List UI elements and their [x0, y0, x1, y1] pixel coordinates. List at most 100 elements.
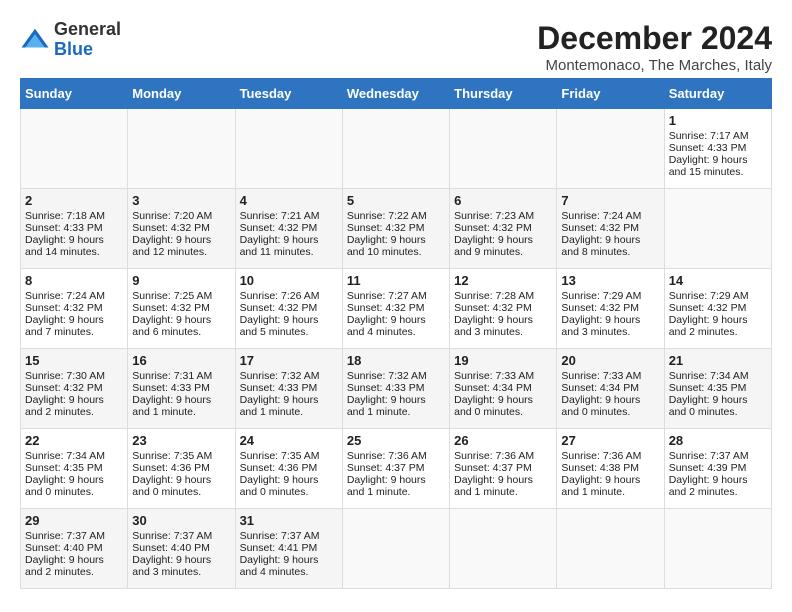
sunset-text: Sunset: 4:40 PM [25, 542, 103, 554]
sunset-text: Sunset: 4:32 PM [25, 302, 103, 314]
calendar-cell: 17Sunrise: 7:32 AMSunset: 4:33 PMDayligh… [235, 349, 342, 429]
sunrise-text: Sunrise: 7:35 AM [132, 450, 212, 462]
sunrise-text: Sunrise: 7:25 AM [132, 290, 212, 302]
sunset-text: Sunset: 4:41 PM [240, 542, 318, 554]
calendar-table: SundayMondayTuesdayWednesdayThursdayFrid… [20, 78, 772, 589]
sunrise-text: Sunrise: 7:35 AM [240, 450, 320, 462]
sunrise-text: Sunrise: 7:30 AM [25, 370, 105, 382]
sunrise-text: Sunrise: 7:18 AM [25, 210, 105, 222]
sunset-text: Sunset: 4:38 PM [561, 462, 639, 474]
daylight-text: Daylight: 9 hours and 0 minutes. [132, 474, 211, 498]
day-number: 19 [454, 353, 552, 368]
sunset-text: Sunset: 4:32 PM [25, 382, 103, 394]
calendar-cell: 29Sunrise: 7:37 AMSunset: 4:40 PMDayligh… [21, 509, 128, 589]
sunrise-text: Sunrise: 7:34 AM [25, 450, 105, 462]
sunrise-text: Sunrise: 7:23 AM [454, 210, 534, 222]
sunrise-text: Sunrise: 7:27 AM [347, 290, 427, 302]
daylight-text: Daylight: 9 hours and 10 minutes. [347, 234, 426, 258]
calendar-cell: 25Sunrise: 7:36 AMSunset: 4:37 PMDayligh… [342, 429, 449, 509]
calendar-cell: 14Sunrise: 7:29 AMSunset: 4:32 PMDayligh… [664, 269, 771, 349]
sunrise-text: Sunrise: 7:37 AM [240, 530, 320, 542]
daylight-text: Daylight: 9 hours and 11 minutes. [240, 234, 319, 258]
header-day-tuesday: Tuesday [235, 79, 342, 109]
day-number: 17 [240, 353, 338, 368]
sunset-text: Sunset: 4:32 PM [669, 302, 747, 314]
calendar-cell: 22Sunrise: 7:34 AMSunset: 4:35 PMDayligh… [21, 429, 128, 509]
sunrise-text: Sunrise: 7:29 AM [561, 290, 641, 302]
daylight-text: Daylight: 9 hours and 2 minutes. [25, 554, 104, 578]
calendar-cell: 26Sunrise: 7:36 AMSunset: 4:37 PMDayligh… [450, 429, 557, 509]
daylight-text: Daylight: 9 hours and 5 minutes. [240, 314, 319, 338]
sunset-text: Sunset: 4:34 PM [454, 382, 532, 394]
header-day-saturday: Saturday [664, 79, 771, 109]
day-number: 24 [240, 433, 338, 448]
sunset-text: Sunset: 4:32 PM [347, 222, 425, 234]
logo-icon [20, 25, 50, 55]
sunset-text: Sunset: 4:33 PM [132, 382, 210, 394]
calendar-cell [342, 109, 449, 189]
calendar-cell: 3Sunrise: 7:20 AMSunset: 4:32 PMDaylight… [128, 189, 235, 269]
calendar-cell: 10Sunrise: 7:26 AMSunset: 4:32 PMDayligh… [235, 269, 342, 349]
sunset-text: Sunset: 4:32 PM [454, 222, 532, 234]
calendar-cell: 18Sunrise: 7:32 AMSunset: 4:33 PMDayligh… [342, 349, 449, 429]
calendar-cell: 4Sunrise: 7:21 AMSunset: 4:32 PMDaylight… [235, 189, 342, 269]
calendar-cell [128, 109, 235, 189]
day-number: 2 [25, 193, 123, 208]
week-row-4: 22Sunrise: 7:34 AMSunset: 4:35 PMDayligh… [21, 429, 772, 509]
calendar-cell: 13Sunrise: 7:29 AMSunset: 4:32 PMDayligh… [557, 269, 664, 349]
calendar-cell: 27Sunrise: 7:36 AMSunset: 4:38 PMDayligh… [557, 429, 664, 509]
sunset-text: Sunset: 4:32 PM [240, 302, 318, 314]
week-row-5: 29Sunrise: 7:37 AMSunset: 4:40 PMDayligh… [21, 509, 772, 589]
sunset-text: Sunset: 4:36 PM [240, 462, 318, 474]
calendar-cell: 30Sunrise: 7:37 AMSunset: 4:40 PMDayligh… [128, 509, 235, 589]
calendar-cell: 12Sunrise: 7:28 AMSunset: 4:32 PMDayligh… [450, 269, 557, 349]
daylight-text: Daylight: 9 hours and 3 minutes. [561, 314, 640, 338]
daylight-text: Daylight: 9 hours and 0 minutes. [669, 394, 748, 418]
calendar-cell: 20Sunrise: 7:33 AMSunset: 4:34 PMDayligh… [557, 349, 664, 429]
calendar-cell [235, 109, 342, 189]
calendar-cell: 8Sunrise: 7:24 AMSunset: 4:32 PMDaylight… [21, 269, 128, 349]
daylight-text: Daylight: 9 hours and 7 minutes. [25, 314, 104, 338]
header-day-friday: Friday [557, 79, 664, 109]
sunset-text: Sunset: 4:32 PM [561, 222, 639, 234]
daylight-text: Daylight: 9 hours and 1 minute. [347, 474, 426, 498]
calendar-cell: 15Sunrise: 7:30 AMSunset: 4:32 PMDayligh… [21, 349, 128, 429]
calendar-cell [664, 509, 771, 589]
calendar-cell: 19Sunrise: 7:33 AMSunset: 4:34 PMDayligh… [450, 349, 557, 429]
day-number: 27 [561, 433, 659, 448]
sunset-text: Sunset: 4:33 PM [347, 382, 425, 394]
calendar-cell: 28Sunrise: 7:37 AMSunset: 4:39 PMDayligh… [664, 429, 771, 509]
day-number: 10 [240, 273, 338, 288]
day-number: 31 [240, 513, 338, 528]
sunrise-text: Sunrise: 7:37 AM [25, 530, 105, 542]
calendar-cell [450, 509, 557, 589]
sunset-text: Sunset: 4:34 PM [561, 382, 639, 394]
sunset-text: Sunset: 4:32 PM [454, 302, 532, 314]
sunset-text: Sunset: 4:35 PM [669, 382, 747, 394]
daylight-text: Daylight: 9 hours and 1 minute. [561, 474, 640, 498]
header-day-wednesday: Wednesday [342, 79, 449, 109]
daylight-text: Daylight: 9 hours and 3 minutes. [132, 554, 211, 578]
daylight-text: Daylight: 9 hours and 3 minutes. [454, 314, 533, 338]
title-block: December 2024 Montemonaco, The Marches, … [537, 20, 772, 74]
sunrise-text: Sunrise: 7:22 AM [347, 210, 427, 222]
sunrise-text: Sunrise: 7:24 AM [561, 210, 641, 222]
calendar-cell: 16Sunrise: 7:31 AMSunset: 4:33 PMDayligh… [128, 349, 235, 429]
daylight-text: Daylight: 9 hours and 2 minutes. [669, 474, 748, 498]
daylight-text: Daylight: 9 hours and 4 minutes. [347, 314, 426, 338]
sunset-text: Sunset: 4:35 PM [25, 462, 103, 474]
daylight-text: Daylight: 9 hours and 0 minutes. [25, 474, 104, 498]
calendar-cell: 5Sunrise: 7:22 AMSunset: 4:32 PMDaylight… [342, 189, 449, 269]
logo: General Blue [20, 20, 121, 60]
sunrise-text: Sunrise: 7:36 AM [454, 450, 534, 462]
sunrise-text: Sunrise: 7:20 AM [132, 210, 212, 222]
day-number: 4 [240, 193, 338, 208]
day-number: 23 [132, 433, 230, 448]
calendar-cell: 11Sunrise: 7:27 AMSunset: 4:32 PMDayligh… [342, 269, 449, 349]
calendar-cell [664, 189, 771, 269]
calendar-cell: 21Sunrise: 7:34 AMSunset: 4:35 PMDayligh… [664, 349, 771, 429]
day-number: 8 [25, 273, 123, 288]
sunset-text: Sunset: 4:37 PM [347, 462, 425, 474]
calendar-cell [342, 509, 449, 589]
day-number: 14 [669, 273, 767, 288]
